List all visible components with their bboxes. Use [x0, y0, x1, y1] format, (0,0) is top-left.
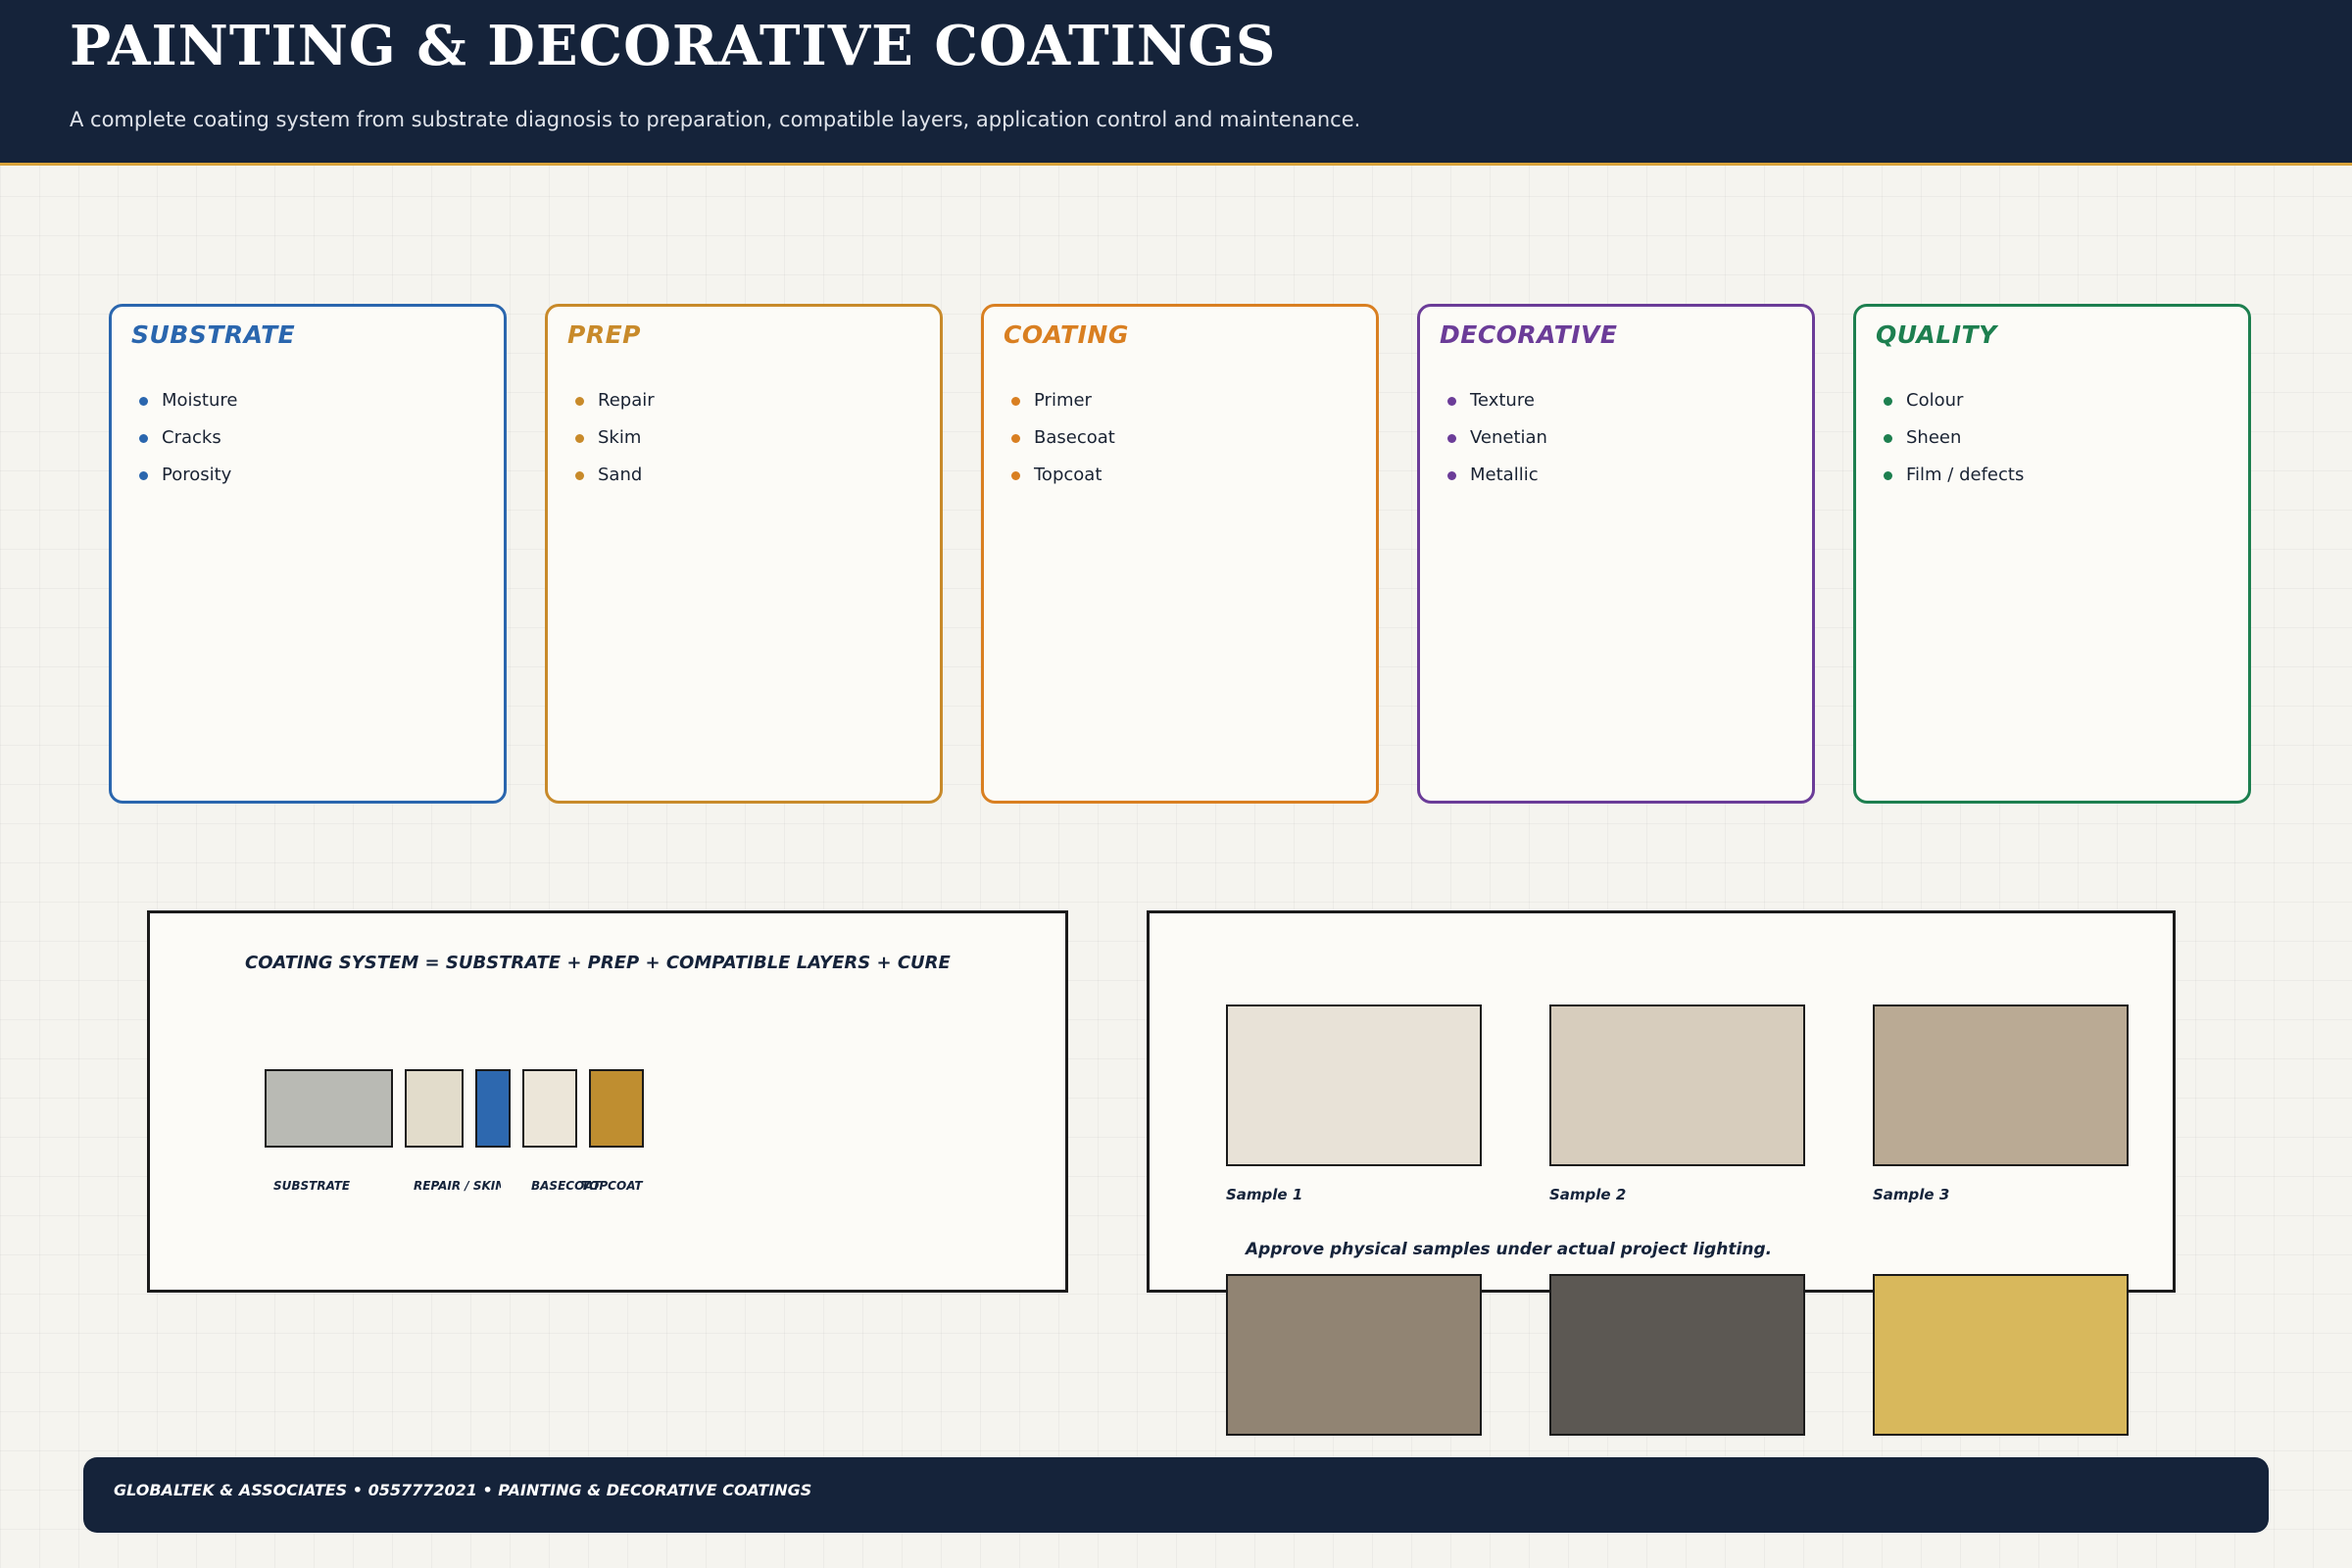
list-item-label: Cracks: [162, 427, 221, 448]
sample-swatch: [1226, 1274, 1482, 1436]
page-header: PAINTING & DECORATIVE COATINGS A complet…: [0, 0, 2352, 166]
list-item: Sheen: [1884, 419, 2024, 457]
page-footer: GLOBALTEK & ASSOCIATES • 0557772021 • PA…: [83, 1457, 2269, 1533]
layer-swatch-basecoat: [522, 1069, 577, 1148]
bullet-icon: [1011, 397, 1020, 406]
layer-swatch-substrate: [265, 1069, 393, 1148]
list-item: Sand: [575, 457, 655, 494]
sample-swatch: [1549, 1274, 1805, 1436]
bullet-icon: [1884, 397, 1892, 406]
card-list: Colour Sheen Film / defects: [1884, 382, 2024, 494]
list-item: Topcoat: [1011, 457, 1115, 494]
layer-swatch-topcoat: [589, 1069, 644, 1148]
list-item: Texture: [1447, 382, 1547, 419]
bullet-icon: [575, 471, 584, 480]
card-title: PREP: [567, 320, 641, 349]
sample-swatch: [1873, 1274, 2129, 1436]
bullet-icon: [1011, 471, 1020, 480]
card-coating: COATING Primer Basecoat Topcoat: [981, 304, 1379, 804]
list-item: Primer: [1011, 382, 1115, 419]
list-item-label: Sand: [598, 465, 643, 485]
bullet-icon: [575, 397, 584, 406]
list-item: Skim: [575, 419, 655, 457]
card-list: Repair Skim Sand: [575, 382, 655, 494]
list-item: Repair: [575, 382, 655, 419]
list-item: Cracks: [139, 419, 237, 457]
layer-label-substrate: SUBSTRATE: [273, 1179, 351, 1193]
card-title: COATING: [1004, 320, 1129, 349]
samples-note: Approve physical samples under actual pr…: [1246, 1240, 1773, 1259]
bullet-icon: [139, 397, 148, 406]
layer-label-topcoat: TOPCOAT: [581, 1179, 643, 1193]
list-item: Metallic: [1447, 457, 1547, 494]
list-item-label: Sheen: [1906, 427, 1962, 448]
card-list: Primer Basecoat Topcoat: [1011, 382, 1115, 494]
sample-label: Sample 1: [1226, 1186, 1303, 1203]
page-subtitle: A complete coating system from substrate…: [70, 108, 1361, 131]
list-item-label: Colour: [1906, 390, 1964, 411]
list-item-label: Topcoat: [1034, 465, 1102, 485]
sample-swatch: [1549, 1004, 1805, 1166]
coating-system-panel: COATING SYSTEM = SUBSTRATE + PREP + COMP…: [147, 910, 1068, 1293]
list-item-label: Porosity: [162, 465, 232, 485]
bullet-icon: [1447, 397, 1456, 406]
card-decorative: DECORATIVE Texture Venetian Metallic: [1417, 304, 1815, 804]
sample-label: Sample 2: [1549, 1186, 1627, 1203]
bullet-icon: [1447, 471, 1456, 480]
card-list: Moisture Cracks Porosity: [139, 382, 237, 494]
page-title: PAINTING & DECORATIVE COATINGS: [70, 14, 1277, 78]
bullet-icon: [1884, 434, 1892, 443]
footer-text: GLOBALTEK & ASSOCIATES • 0557772021 • PA…: [114, 1481, 812, 1499]
list-item: Film / defects: [1884, 457, 2024, 494]
bullet-icon: [575, 434, 584, 443]
card-title: SUBSTRATE: [131, 320, 296, 349]
list-item-label: Film / defects: [1906, 465, 2025, 485]
card-title: QUALITY: [1876, 320, 1997, 349]
coating-system-equation: COATING SYSTEM = SUBSTRATE + PREP + COMP…: [245, 953, 951, 973]
layer-label-repair-skim: REPAIR / SKIM: [414, 1179, 501, 1193]
list-item-label: Basecoat: [1034, 427, 1115, 448]
list-item-label: Venetian: [1470, 427, 1547, 448]
bullet-icon: [1447, 434, 1456, 443]
list-item-label: Texture: [1470, 390, 1535, 411]
list-item-label: Repair: [598, 390, 655, 411]
layer-swatch-primer: [475, 1069, 511, 1148]
list-item-label: Primer: [1034, 390, 1092, 411]
sample-label: Sample 3: [1873, 1186, 1950, 1203]
list-item: Colour: [1884, 382, 2024, 419]
bullet-icon: [139, 434, 148, 443]
card-substrate: SUBSTRATE Moisture Cracks Porosity: [109, 304, 507, 804]
card-prep: PREP Repair Skim Sand: [545, 304, 943, 804]
list-item-label: Skim: [598, 427, 642, 448]
card-title: DECORATIVE: [1440, 320, 1618, 349]
list-item-label: Moisture: [162, 390, 238, 411]
card-list: Texture Venetian Metallic: [1447, 382, 1547, 494]
bullet-icon: [1884, 471, 1892, 480]
list-item: Porosity: [139, 457, 237, 494]
list-item-label: Metallic: [1470, 465, 1539, 485]
bullet-icon: [139, 471, 148, 480]
list-item: Moisture: [139, 382, 237, 419]
list-item: Venetian: [1447, 419, 1547, 457]
card-quality: QUALITY Colour Sheen Film / defects: [1853, 304, 2251, 804]
sample-swatch: [1226, 1004, 1482, 1166]
layer-swatch-repair-skim: [405, 1069, 464, 1148]
sample-swatch: [1873, 1004, 2129, 1166]
bullet-icon: [1011, 434, 1020, 443]
list-item: Basecoat: [1011, 419, 1115, 457]
